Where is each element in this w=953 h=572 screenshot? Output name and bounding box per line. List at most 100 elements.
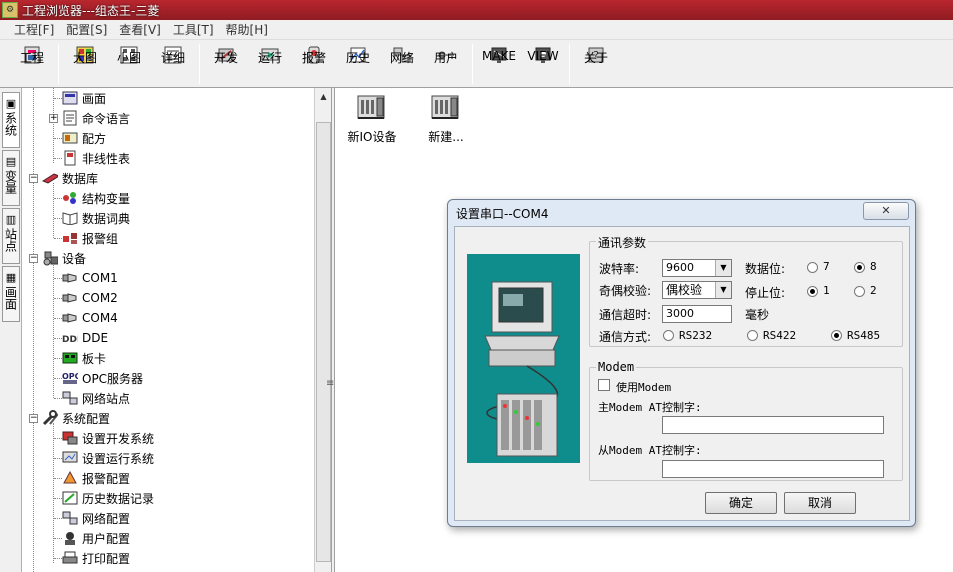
- tree-item-command-language[interactable]: 命令语言: [62, 108, 130, 128]
- menu-help[interactable]: 帮助[H]: [220, 21, 274, 38]
- menu-tools[interactable]: 工具[T]: [167, 21, 220, 38]
- menu-project[interactable]: 工程[F]: [8, 21, 60, 38]
- stopbits-2-radio[interactable]: [854, 286, 865, 297]
- tree-item-com1[interactable]: COM1: [62, 268, 118, 288]
- use-modem-checkbox[interactable]: [598, 379, 610, 391]
- tree-expander-system-config[interactable]: −: [29, 414, 38, 423]
- tree-item-com4[interactable]: COM4: [62, 308, 118, 328]
- device-icon: [42, 250, 58, 266]
- tree-item-dde[interactable]: DDE DDE: [62, 328, 108, 348]
- tree-item-database[interactable]: 数据库: [42, 168, 98, 188]
- toolbar-project-button[interactable]: 工程: [10, 44, 54, 86]
- computer-plc-illustration: [467, 254, 580, 463]
- master-modem-label: 主Modem AT控制字:: [598, 401, 702, 414]
- tree-item-print-config[interactable]: 打印配置: [62, 548, 130, 568]
- toolbar-small-icons-button[interactable]: 小图: [107, 44, 151, 86]
- toolbar-make-button[interactable]: MAKE: [477, 44, 521, 86]
- mode-rs232-radio[interactable]: [663, 330, 674, 341]
- tree-expander-command[interactable]: +: [49, 114, 58, 123]
- dialog-title-bar[interactable]: 设置串口--COM4: [448, 200, 915, 226]
- nonlinear-table-icon: [62, 150, 78, 166]
- project-tree[interactable]: 画面 + 命令语言 配方 非线性表 − 数据库 结构变量 数据词典 报警组 − …: [24, 88, 314, 572]
- toolbar-history-button[interactable]: 历史: [336, 44, 380, 86]
- opc-server-icon: OPC: [62, 370, 78, 386]
- master-modem-input[interactable]: [662, 416, 884, 434]
- tree-item-network-station[interactable]: 网络站点: [62, 388, 130, 408]
- side-tab-bar: ▣ 系统 ▤ 变量 ▥ 站点 ▦ 画面: [0, 88, 22, 572]
- data-dictionary-icon: [62, 210, 78, 226]
- tree-item-dev-system-settings[interactable]: 设置开发系统: [62, 428, 154, 448]
- scroll-thumb[interactable]: [316, 122, 331, 562]
- tree-item-device[interactable]: 设备: [42, 248, 86, 268]
- tree-item-alarm-config[interactable]: 报警配置: [62, 468, 130, 488]
- new-device-item[interactable]: 新建...: [411, 90, 481, 145]
- toolbar-view-button[interactable]: VIEW: [521, 44, 565, 86]
- tree-item-screen[interactable]: 画面: [62, 88, 106, 108]
- scroll-up-arrow-icon[interactable]: ▲: [315, 88, 332, 105]
- timeout-input[interactable]: 3000: [662, 305, 732, 323]
- toolbar-network-button[interactable]: 网络: [380, 44, 424, 86]
- tree-item-user-config[interactable]: 用户配置: [62, 528, 130, 548]
- kingview-app-icon[interactable]: ⚙: [2, 2, 18, 18]
- baud-select[interactable]: 9600 ▼: [662, 259, 732, 277]
- timeout-unit: 毫秒: [745, 308, 770, 322]
- baud-label: 波特率:: [599, 262, 640, 276]
- plc-rack-icon: [496, 393, 558, 457]
- toolbar-develop-button[interactable]: 开发: [204, 44, 248, 86]
- parity-select[interactable]: 偶校验 ▼: [662, 281, 732, 299]
- mode-rs485-radio[interactable]: [831, 330, 842, 341]
- toolbar-details-button[interactable]: 详细: [151, 44, 195, 86]
- dialog-close-button[interactable]: ✕: [863, 202, 909, 220]
- dde-icon: DDE: [62, 330, 78, 346]
- print-config-icon: [62, 550, 78, 566]
- tree-item-com2[interactable]: COM2: [62, 288, 118, 308]
- tree-item-struct-variable[interactable]: 结构变量: [62, 188, 130, 208]
- user-config-icon: [62, 530, 78, 546]
- cancel-button[interactable]: 取消: [784, 492, 856, 514]
- tree-expander-database[interactable]: −: [29, 174, 38, 183]
- toolbar-about-button[interactable]: ? 关于: [574, 44, 618, 86]
- tab-variable[interactable]: ▤ 变量: [2, 150, 20, 206]
- databits-8-radio[interactable]: [854, 262, 865, 273]
- toolbar-large-icons-button[interactable]: 大图: [63, 44, 107, 86]
- slave-modem-input[interactable]: [662, 460, 884, 478]
- tree-item-system-config[interactable]: 系统配置: [42, 408, 110, 428]
- new-device-icon: [429, 90, 463, 124]
- tab-station[interactable]: ▥ 站点: [2, 208, 20, 264]
- toolbar-alarm-button[interactable]: 报警: [292, 44, 336, 86]
- alarm-config-icon: [62, 470, 78, 486]
- com-port-icon: [62, 290, 78, 306]
- tree-item-nonlinear-table[interactable]: 非线性表: [62, 148, 130, 168]
- tree-expander-device[interactable]: −: [29, 254, 38, 263]
- window-title: 工程浏览器---组态王-三菱: [22, 3, 160, 18]
- toolbar-user-button[interactable]: 用户: [424, 44, 468, 86]
- chevron-down-icon: ▼: [715, 282, 731, 298]
- variable-tab-icon: ▤: [5, 154, 17, 168]
- tree-item-opc-server[interactable]: OPC OPC服务器: [62, 368, 143, 388]
- screen-icon: [62, 90, 78, 106]
- tree-item-recipe[interactable]: 配方: [62, 128, 106, 148]
- toolbar-run-button[interactable]: 运行: [248, 44, 292, 86]
- menu-view[interactable]: 查看[V]: [113, 21, 167, 38]
- stopbits-label: 停止位:: [745, 286, 786, 300]
- stopbits-1-radio[interactable]: [807, 286, 818, 297]
- tree-scrollbar[interactable]: ▲: [314, 88, 331, 572]
- mode-rs422-radio[interactable]: [747, 330, 758, 341]
- ok-button[interactable]: 确定: [705, 492, 777, 514]
- tree-item-alarm-group[interactable]: 报警组: [62, 228, 118, 248]
- tree-item-run-system-settings[interactable]: 设置运行系统: [62, 448, 154, 468]
- tree-item-board-card[interactable]: 板卡: [62, 348, 106, 368]
- new-io-device-item[interactable]: 新IO设备: [337, 90, 407, 145]
- database-icon: [42, 170, 58, 186]
- menu-config[interactable]: 配置[S]: [60, 21, 113, 38]
- tree-item-network-config[interactable]: 网络配置: [62, 508, 130, 528]
- tree-item-history-record[interactable]: 历史数据记录: [62, 488, 154, 508]
- com-port-icon: [62, 270, 78, 286]
- board-card-icon: [62, 350, 78, 366]
- databits-label: 数据位:: [745, 262, 786, 276]
- tab-system[interactable]: ▣ 系统: [2, 92, 20, 148]
- com-port-icon: [62, 310, 78, 326]
- databits-7-radio[interactable]: [807, 262, 818, 273]
- tree-item-data-dictionary[interactable]: 数据词典: [62, 208, 130, 228]
- tab-screen[interactable]: ▦ 画面: [2, 266, 20, 322]
